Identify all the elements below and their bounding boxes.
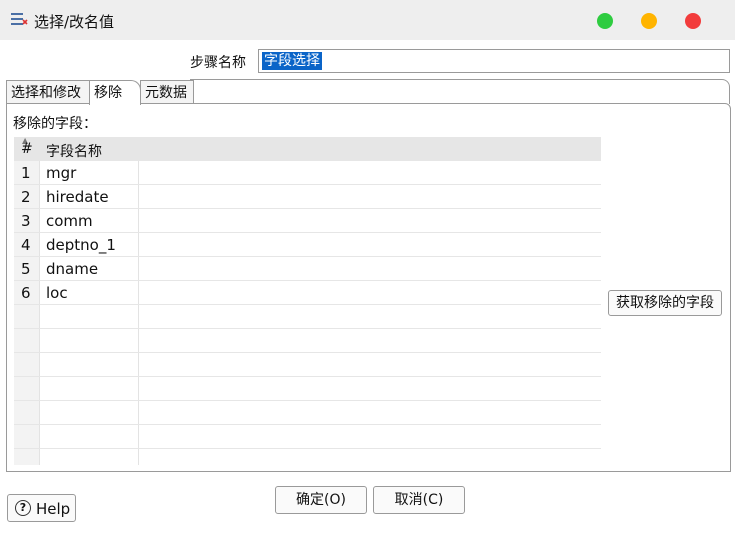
step-name-value: 字段选择 — [262, 52, 322, 70]
tab-select-and-alter[interactable]: 选择和修改 — [6, 80, 90, 104]
fields-to-remove-label: 移除的字段： — [13, 116, 97, 132]
empty-table-row[interactable] — [14, 353, 601, 377]
field-name-cell[interactable]: loc — [46, 284, 68, 302]
step-name-input[interactable]: 字段选择 — [258, 49, 730, 73]
field-name-cell[interactable]: mgr — [46, 164, 76, 182]
field-name-cell[interactable]: deptno_1 — [46, 236, 116, 254]
table-row[interactable]: 5 dname — [14, 257, 601, 281]
empty-table-row[interactable] — [14, 329, 601, 353]
row-number: 2 — [21, 188, 31, 206]
tab-remove[interactable]: 移除 — [89, 80, 141, 105]
table-header: ▲ # 字段名称 — [14, 137, 601, 161]
tab-strip-border — [190, 79, 730, 104]
help-icon: ? — [15, 500, 31, 516]
field-name-cell[interactable]: comm — [46, 212, 93, 230]
window-title: 选择/改名值 — [34, 13, 115, 31]
row-number: 1 — [21, 164, 31, 182]
empty-table-row[interactable] — [14, 305, 601, 329]
table-row[interactable]: 4 deptno_1 — [14, 233, 601, 257]
table-row[interactable]: 1 mgr — [14, 161, 601, 185]
empty-table-row[interactable] — [14, 425, 601, 449]
maximize-button[interactable] — [597, 13, 613, 29]
row-number: 4 — [21, 236, 31, 254]
close-button[interactable] — [685, 13, 701, 29]
empty-table-row[interactable] — [14, 401, 601, 425]
select-values-app-icon — [11, 13, 28, 25]
help-label: Help — [36, 500, 71, 518]
table-row[interactable]: 2 hiredate — [14, 185, 601, 209]
column-header-fieldname[interactable]: 字段名称 — [46, 141, 102, 161]
field-name-cell[interactable]: dname — [46, 260, 98, 278]
row-number: 6 — [21, 284, 31, 302]
title-bar: 选择/改名值 — [0, 0, 735, 40]
cancel-button[interactable]: 取消(C) — [373, 486, 465, 514]
tab-metadata[interactable]: 元数据 — [140, 80, 194, 104]
get-fields-to-remove-button[interactable]: 获取移除的字段 — [608, 290, 722, 316]
field-name-cell[interactable]: hiredate — [46, 188, 109, 206]
ok-button[interactable]: 确定(O) — [275, 486, 367, 514]
minimize-button[interactable] — [641, 13, 657, 29]
fields-table[interactable]: ▲ # 字段名称 1 mgr 2 hiredate 3 comm 4 deptn… — [14, 137, 601, 465]
step-name-label: 步骤名称 — [190, 55, 246, 71]
row-number: 5 — [21, 260, 31, 278]
help-button[interactable]: ? Help — [7, 494, 76, 522]
column-header-num[interactable]: # — [21, 141, 33, 157]
table-row[interactable]: 3 comm — [14, 209, 601, 233]
table-row[interactable]: 6 loc — [14, 281, 601, 305]
empty-table-row[interactable] — [14, 377, 601, 401]
row-number: 3 — [21, 212, 31, 230]
